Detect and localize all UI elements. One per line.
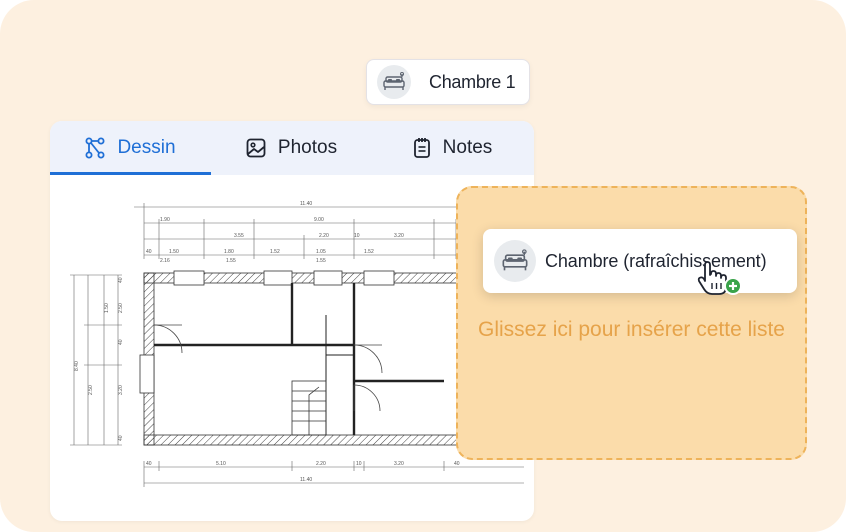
dim-label: 40	[118, 277, 124, 283]
dragged-room-chip[interactable]: Chambre (rafraîchissement)	[483, 229, 797, 293]
dim-label: 1.52	[364, 249, 374, 255]
interior-walls	[154, 283, 444, 435]
dim-label: 2.20	[319, 233, 329, 239]
dim-label: 1.55	[316, 258, 326, 264]
dim-label: 2.20	[316, 461, 326, 467]
drawing-icon	[85, 137, 105, 159]
image-icon	[246, 138, 266, 158]
dim-label: 1.80	[224, 249, 234, 255]
dim-label: 3.20	[118, 385, 124, 395]
room-chip[interactable]: Chambre 1	[366, 59, 530, 105]
dim-label: 1.50	[104, 303, 110, 313]
dimension-labels-left: 40 2.50 1.50 40 2.50 3.20 40 8.40	[74, 277, 124, 441]
dim-label: 2.50	[118, 303, 124, 313]
tab-photos[interactable]: Photos	[211, 121, 372, 175]
dim-label: 1.52	[270, 249, 280, 255]
dim-label: 1.05	[316, 249, 326, 255]
dimension-lines-left	[70, 274, 122, 446]
dim-label: 3.20	[394, 461, 404, 467]
dim-label: 1.55	[226, 258, 236, 264]
dim-label: 40	[118, 339, 124, 345]
dim-label: 2.16	[160, 258, 170, 264]
dim-label: 40	[146, 249, 152, 255]
bed-icon	[494, 240, 536, 282]
dim-label: 3.55	[234, 233, 244, 239]
tab-photos-label: Photos	[277, 137, 338, 158]
dim-label: 9.00	[314, 217, 324, 223]
tab-dessin[interactable]: Dessin	[50, 121, 211, 175]
dim-label: 11.40	[300, 477, 312, 483]
notepad-icon	[413, 138, 430, 158]
dim-label: 40	[146, 461, 152, 467]
bed-icon	[377, 65, 411, 99]
dim-label: 11.40	[300, 201, 312, 207]
doors	[153, 324, 383, 412]
tab-bar: Dessin Photos Notes	[50, 121, 534, 175]
dim-label: 5.10	[216, 461, 226, 467]
dim-label: 40	[454, 461, 460, 467]
dim-label: 10	[354, 233, 360, 239]
add-badge-icon	[724, 277, 742, 295]
tab-notes[interactable]: Notes	[372, 121, 533, 175]
dim-label: 10	[356, 461, 362, 467]
dim-label: 8.40	[74, 361, 80, 371]
drop-zone-hint: Glissez ici pour insérer cette liste	[478, 318, 785, 341]
tab-notes-label: Notes	[442, 137, 493, 158]
staircase	[291, 380, 327, 436]
tab-dessin-label: Dessin	[117, 137, 176, 158]
dim-label: 40	[118, 435, 124, 441]
dim-label: 1.90	[160, 217, 170, 223]
room-chip-label: Chambre 1	[429, 71, 516, 92]
dimension-lines-bottom	[143, 461, 524, 487]
dim-label: 3.20	[394, 233, 404, 239]
dimension-labels-bottom: 40 5.10 2.20 10 3.20 40 11.40	[146, 461, 460, 483]
grab-cursor-icon	[697, 261, 742, 295]
dim-label: 1.50	[169, 249, 179, 255]
dimension-labels-top: 11.40 1.90 9.00 3.55 2.20 10 3.20 40 1.5…	[146, 201, 404, 264]
dim-label: 2.50	[88, 385, 94, 395]
